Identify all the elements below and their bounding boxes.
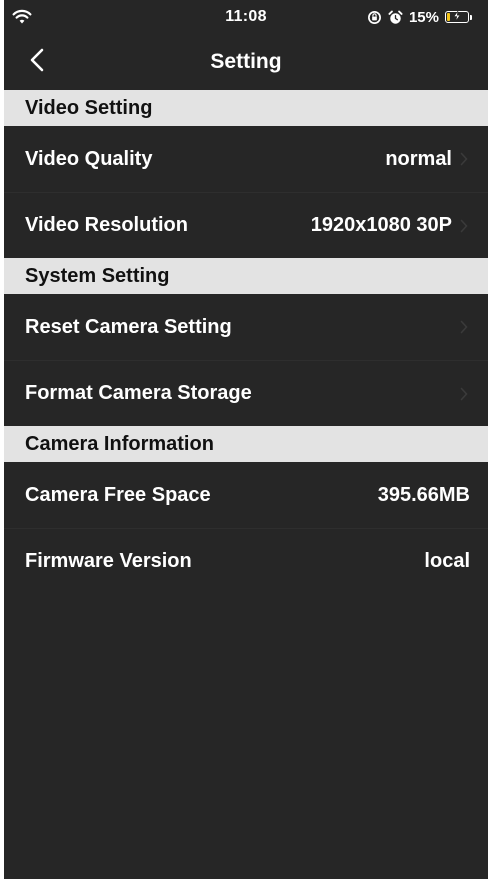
row-label: Camera Free Space bbox=[25, 483, 211, 506]
section-header-system-setting: System Setting bbox=[4, 258, 488, 294]
section-header-camera-information: Camera Information bbox=[4, 426, 488, 462]
chevron-right-icon bbox=[460, 219, 470, 233]
status-bar: 11:08 15% bbox=[4, 0, 488, 34]
chevron-right-icon bbox=[460, 320, 470, 334]
row-format-camera-storage[interactable]: Format Camera Storage bbox=[4, 360, 488, 426]
row-label: Video Resolution bbox=[25, 214, 188, 236]
status-time: 11:08 bbox=[225, 8, 267, 25]
rotation-lock-icon bbox=[367, 10, 382, 25]
chevron-left-icon bbox=[30, 48, 44, 77]
row-label: Video Quality bbox=[25, 147, 153, 170]
nav-bar: Setting bbox=[4, 34, 488, 90]
chevron-right-icon bbox=[460, 152, 470, 166]
row-video-quality[interactable]: Video Quality normal bbox=[4, 126, 488, 192]
battery-charging-icon bbox=[445, 10, 472, 23]
page-title: Setting bbox=[210, 50, 282, 73]
wifi-icon bbox=[12, 9, 32, 25]
row-label: Reset Camera Setting bbox=[25, 315, 232, 338]
row-label: Format Camera Storage bbox=[25, 382, 252, 404]
back-button[interactable] bbox=[30, 47, 54, 77]
chevron-right-icon bbox=[460, 387, 470, 401]
row-value: 1920x1080 30P bbox=[310, 214, 452, 236]
battery-percent: 15% bbox=[408, 8, 439, 26]
settings-screen: 11:08 15% Setting Video Setting Video Qu… bbox=[4, 0, 488, 879]
section-header-video-setting: Video Setting bbox=[4, 90, 488, 126]
row-value: local bbox=[424, 550, 470, 572]
row-firmware-version: Firmware Version local bbox=[4, 528, 488, 594]
row-value: 395.66MB bbox=[377, 483, 470, 506]
status-left bbox=[12, 9, 122, 25]
bolt-icon bbox=[453, 10, 461, 23]
row-label: Firmware Version bbox=[25, 550, 192, 572]
row-reset-camera-setting[interactable]: Reset Camera Setting bbox=[4, 294, 488, 360]
battery-level-fill bbox=[447, 13, 450, 21]
status-right: 15% bbox=[367, 9, 472, 26]
row-video-resolution[interactable]: Video Resolution 1920x1080 30P bbox=[4, 192, 488, 258]
alarm-icon bbox=[388, 10, 403, 25]
row-value: normal bbox=[385, 147, 452, 170]
row-camera-free-space: Camera Free Space 395.66MB bbox=[4, 462, 488, 528]
